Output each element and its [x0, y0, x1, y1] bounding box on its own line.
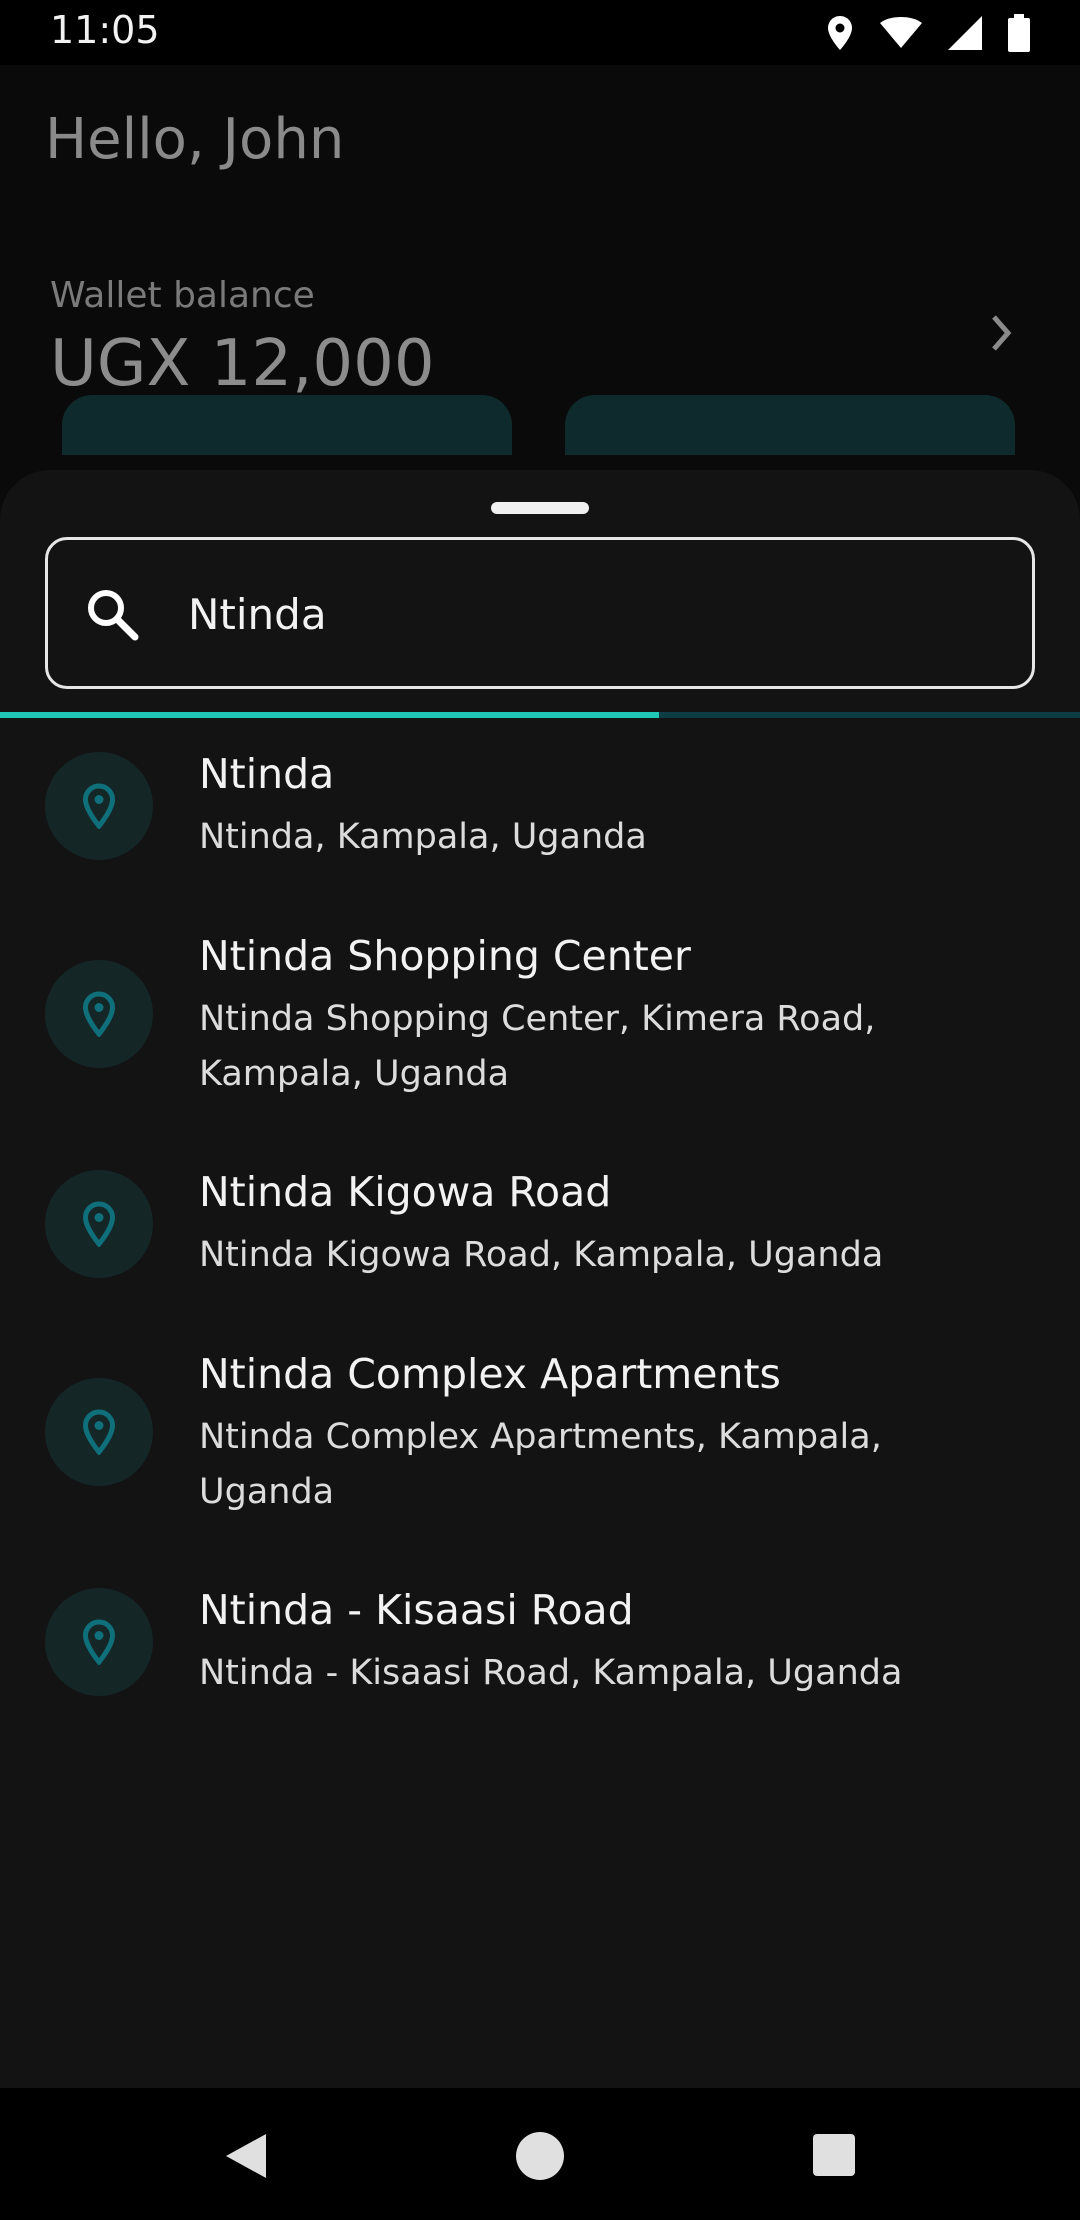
pin-circle: [45, 1170, 153, 1278]
pin-circle: [45, 960, 153, 1068]
signal-icon: [948, 16, 982, 50]
back-icon[interactable]: [222, 2131, 270, 2181]
result-title: Ntinda - Kisaasi Road: [199, 1586, 634, 1634]
location-icon: [828, 16, 852, 50]
location-pin-icon: [82, 1619, 116, 1665]
search-input[interactable]: [188, 570, 988, 658]
wallet-balance-label: Wallet balance: [50, 275, 315, 316]
recent-apps-icon[interactable]: [812, 2133, 856, 2177]
search-bottom-sheet: Ntinda Ntinda, Kampala, Uganda Ntinda Sh…: [0, 470, 1080, 2088]
status-bar: 11:05: [0, 0, 1080, 65]
wallet-balance-amount: UGX 12,000: [50, 327, 435, 401]
result-subtitle: Ntinda - Kisaasi Road, Kampala, Uganda: [199, 1653, 903, 1693]
search-field[interactable]: [45, 537, 1035, 689]
result-title: Ntinda Complex Apartments: [199, 1350, 781, 1398]
chevron-right-icon[interactable]: [989, 313, 1015, 353]
status-icons: [826, 12, 1030, 54]
location-pin-icon: [82, 783, 116, 829]
greeting: Hello, John: [45, 107, 345, 172]
battery-icon: [1008, 14, 1030, 52]
screen: 11:05 Hello, John Wallet balance UGX 12,…: [0, 0, 1080, 2220]
pin-circle: [45, 752, 153, 860]
search-icon: [88, 590, 139, 641]
background-action-button-left: [62, 395, 512, 455]
search-progress-bar: [0, 712, 1080, 718]
result-subtitle: Ntinda Shopping Center, Kimera Road, Kam…: [199, 999, 876, 1094]
pin-circle: [45, 1378, 153, 1486]
location-pin-icon: [82, 991, 116, 1037]
result-subtitle: Ntinda Kigowa Road, Kampala, Uganda: [199, 1235, 884, 1275]
result-title: Ntinda: [199, 750, 335, 798]
navigation-bar: [0, 2088, 1080, 2220]
search-progress-fill: [0, 712, 659, 718]
result-subtitle: Ntinda Complex Apartments, Kampala, Ugan…: [199, 1417, 882, 1512]
background-action-button-right: [565, 395, 1015, 455]
result-title: Ntinda Shopping Center: [199, 932, 691, 980]
status-time: 11:05: [50, 8, 160, 52]
location-pin-icon: [82, 1201, 116, 1247]
drag-handle[interactable]: [491, 502, 589, 514]
home-icon[interactable]: [515, 2131, 565, 2181]
result-title: Ntinda Kigowa Road: [199, 1168, 612, 1216]
location-pin-icon: [82, 1409, 116, 1455]
wifi-icon: [880, 17, 922, 48]
pin-circle: [45, 1588, 153, 1696]
result-subtitle: Ntinda, Kampala, Uganda: [199, 817, 647, 857]
